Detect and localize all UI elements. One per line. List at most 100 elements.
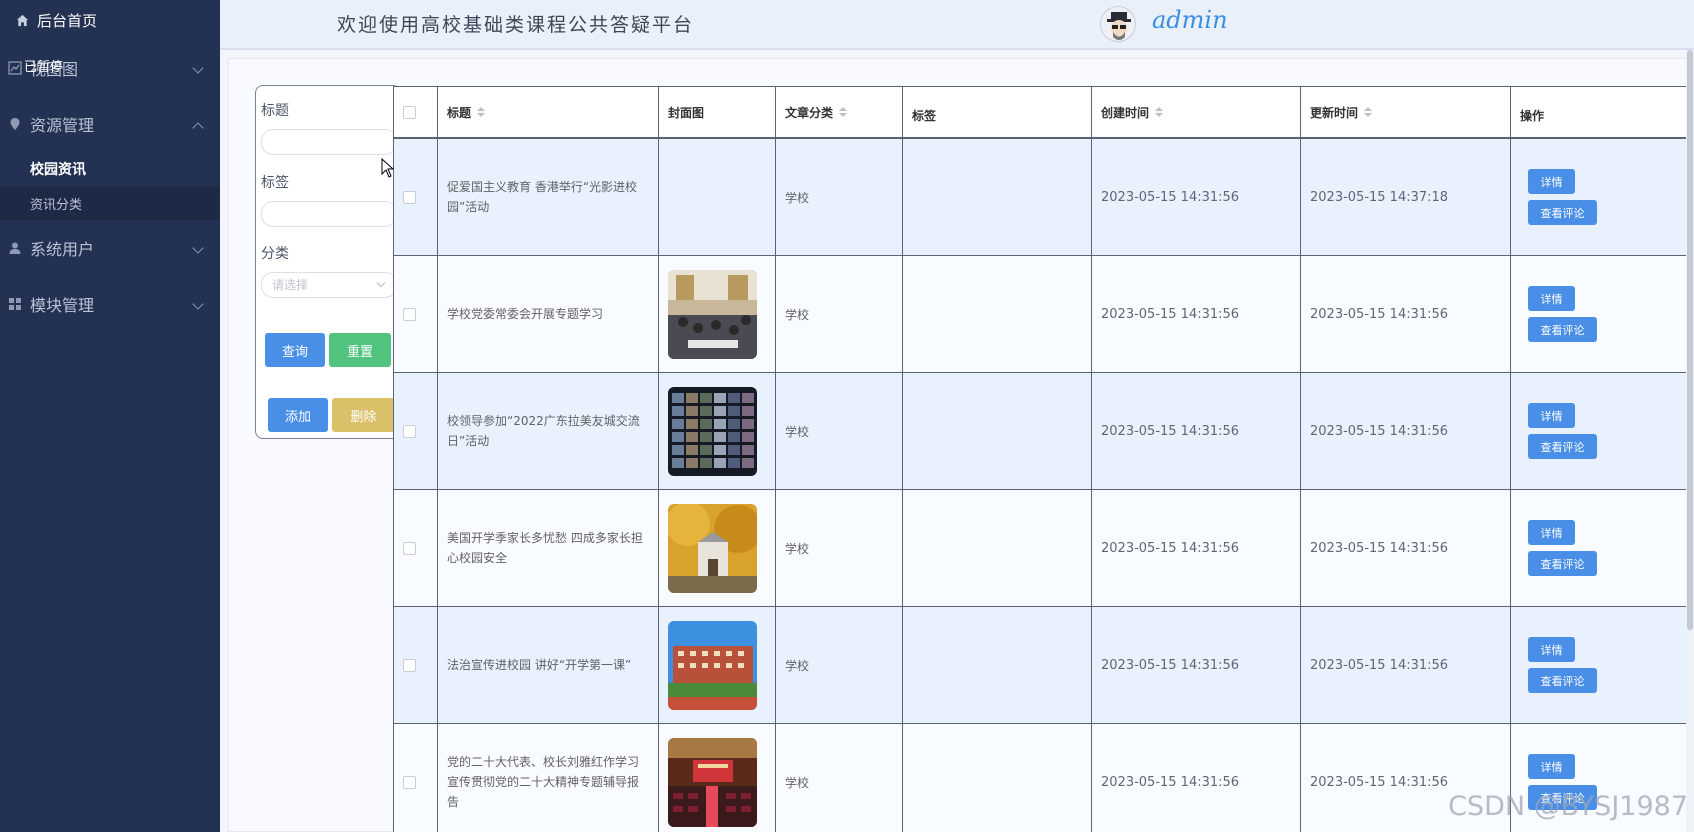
sort-icon[interactable] [477,107,486,117]
chevron-down-icon [192,242,204,254]
search-panel: 标题 标签 分类 请选择 查询 重置 添加 删除 [255,85,401,439]
grid-icon [8,297,22,311]
col-category[interactable]: 文章分类 [776,87,903,137]
paused-badge: 已暂停 [24,60,64,75]
table-row[interactable]: 法治宣传进校园 讲好“开学第一课” 学校 2023-05-15 14:31:56 20… [394,607,1690,724]
table-header: 标题 封面图 文章分类 标签 创建时间 更新时间 操作 [394,87,1690,139]
cover-image[interactable] [668,503,757,593]
category-select[interactable]: 请选择 [261,272,397,298]
view-comments-button[interactable]: 查看评论 [1528,317,1597,342]
cover-image[interactable] [668,737,757,827]
detail-button[interactable]: 详情 [1528,169,1575,194]
view-comments-button[interactable]: 查看评论 [1528,551,1597,576]
row-title: 党的二十大代表、校长刘雅红作学习宣传贯彻党的二十大精神专题辅导报告 [438,724,659,832]
col-created[interactable]: 创建时间 [1092,87,1301,137]
title-input[interactable] [261,129,397,155]
detail-button[interactable]: 详情 [1528,754,1575,779]
home-icon [16,14,29,26]
row-tag [903,256,1092,372]
sort-icon[interactable] [1364,107,1373,117]
row-cover [659,724,776,832]
row-checkbox[interactable] [403,541,416,555]
table-row[interactable]: 学校党委常委会开展专题学习 学校 2023-05-15 14:31:56 2023-0… [394,256,1690,373]
row-cover [659,139,776,255]
col-cover-label: 封面图 [668,105,705,120]
scrollbar-thumb[interactable] [1687,50,1693,630]
table-row[interactable]: 美国开学季家长多忧愁 四成多家长担心校园安全 学校 2023-05-15 14:31… [394,490,1690,607]
table-row[interactable]: 校领导参加“2022广东拉美友城交流日”活动 学校 2023-05-15 14:31… [394,373,1690,490]
sort-icon[interactable] [1155,107,1164,117]
row-cover [659,607,776,723]
row-checkbox-cell [394,373,438,489]
sidebar-home[interactable]: 后台首页 [0,0,220,40]
chevron-up-icon [192,122,204,134]
row-created-time: 2023-05-15 14:31:56 [1092,490,1301,606]
sidebar-item-news-category[interactable]: 资讯分类 [0,186,220,220]
row-tag [903,490,1092,606]
row-actions: 详情 查看评论 [1511,256,1690,372]
detail-button[interactable]: 详情 [1528,520,1575,545]
add-button[interactable]: 添加 [268,398,328,432]
reset-button[interactable]: 重置 [329,333,391,367]
row-tag [903,139,1092,255]
row-category: 学校 [776,139,903,255]
detail-button[interactable]: 详情 [1528,637,1575,662]
delete-button[interactable]: 删除 [332,398,395,432]
avatar[interactable] [1100,6,1136,42]
view-comments-button[interactable]: 查看评论 [1528,200,1597,225]
row-created-time: 2023-05-15 14:31:56 [1092,139,1301,255]
row-created-time: 2023-05-15 14:31:56 [1092,256,1301,372]
cover-image[interactable] [668,620,757,710]
sidebar-menu-label: 资源管理 [30,116,95,135]
sort-icon[interactable] [839,107,848,117]
cover-image[interactable] [668,269,757,359]
tag-input[interactable] [261,201,397,227]
row-checkbox[interactable] [403,658,416,672]
row-tag [903,724,1092,832]
col-tag: 标签 [903,87,1092,137]
select-all-checkbox[interactable] [403,105,416,119]
sidebar-menu-modules[interactable]: 模块管理 [0,276,220,332]
col-updated[interactable]: 更新时间 [1301,87,1511,137]
row-updated-time: 2023-05-15 14:31:56 [1301,607,1511,723]
detail-button[interactable]: 详情 [1528,286,1575,311]
sidebar: 后台首页 视图图 已暂停 资源管理 校园资讯 资讯分类 系统用户 模块管理 [0,0,220,832]
sidebar-menu-users[interactable]: 系统用户 [0,220,220,276]
col-updated-label: 更新时间 [1310,105,1359,120]
view-comments-button[interactable]: 查看评论 [1528,434,1597,459]
col-created-label: 创建时间 [1101,105,1150,120]
row-category: 学校 [776,724,903,832]
sidebar-menu-resources[interactable]: 资源管理 [0,96,220,152]
row-checkbox-cell [394,139,438,255]
detail-button[interactable]: 详情 [1528,403,1575,428]
row-updated-time: 2023-05-15 14:31:56 [1301,373,1511,489]
row-category: 学校 [776,373,903,489]
chevron-down-icon [192,298,204,310]
row-checkbox[interactable] [403,775,416,789]
row-category: 学校 [776,490,903,606]
row-title: 法治宣传进校园 讲好“开学第一课” [438,607,659,723]
row-checkbox-cell [394,490,438,606]
col-actions-label: 操作 [1520,108,1545,123]
row-checkbox[interactable] [403,190,416,204]
row-checkbox[interactable] [403,424,416,438]
tag-label: 标签 [261,175,289,191]
sidebar-item-campus-news[interactable]: 校园资讯 [0,152,220,186]
row-checkbox[interactable] [403,307,416,321]
col-category-label: 文章分类 [785,105,834,120]
row-updated-time: 2023-05-15 14:31:56 [1301,256,1511,372]
view-comments-button[interactable]: 查看评论 [1528,668,1597,693]
row-tag [903,607,1092,723]
cover-image[interactable] [668,386,757,476]
select-all-cell [394,87,438,137]
row-title: 美国开学季家长多忧愁 四成多家长担心校园安全 [438,490,659,606]
query-button[interactable]: 查询 [265,333,325,367]
table-row[interactable]: 促爱国主义教育 香港举行“光影进校园”活动 学校 2023-05-15 14:31:… [394,139,1690,256]
scrollbar[interactable] [1686,50,1694,832]
category-placeholder: 请选择 [272,278,309,292]
user-name[interactable]: admin [1152,6,1228,34]
chevron-down-icon [192,62,204,74]
col-title[interactable]: 标题 [438,87,659,137]
row-cover [659,256,776,372]
row-updated-time: 2023-05-15 14:31:56 [1301,490,1511,606]
